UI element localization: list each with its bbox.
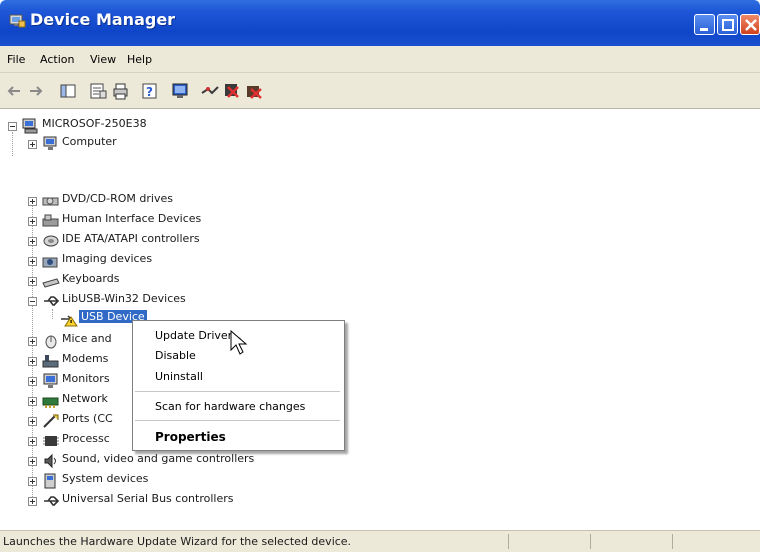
tree-root-label[interactable]: MICROSOF-250E38: [42, 117, 147, 130]
menu-item-scan[interactable]: Scan for hardware changes: [155, 400, 305, 413]
print-icon[interactable]: [110, 81, 130, 101]
menu-file[interactable]: File: [7, 53, 25, 66]
keyboard-icon: [42, 278, 60, 288]
expand-keyboards[interactable]: [28, 277, 37, 286]
status-pane-divider: [508, 534, 509, 549]
port-icon: [43, 414, 59, 428]
expand-mice[interactable]: [28, 337, 37, 346]
menu-separator: [135, 391, 340, 392]
expand-processors[interactable]: [28, 437, 37, 446]
tree-item-system[interactable]: System devices: [62, 472, 148, 485]
modem-icon: [42, 355, 59, 368]
mouse-icon: [45, 335, 57, 349]
dvd-drive-icon: [42, 197, 59, 206]
status-pane-divider: [590, 534, 591, 549]
tree-item-keyboards[interactable]: Keyboards: [62, 272, 119, 285]
computer-root-icon: [22, 118, 38, 134]
monitor-icon: [43, 373, 58, 388]
tree-item-processors[interactable]: Processc: [62, 432, 110, 445]
menu-separator: [135, 420, 340, 421]
tree-item-hid[interactable]: Human Interface Devices: [62, 212, 201, 225]
tree-item-ports[interactable]: Ports (CC: [62, 412, 113, 425]
usb-device-warning-icon: [61, 315, 78, 327]
properties-sheet-icon[interactable]: [88, 81, 108, 101]
status-text: Launches the Hardware Update Wizard for …: [3, 535, 352, 548]
expand-ports[interactable]: [28, 417, 37, 426]
minimize-button[interactable]: [694, 14, 715, 35]
menu-item-properties[interactable]: Properties: [155, 430, 226, 444]
mouse-cursor-icon: [230, 330, 248, 355]
maximize-icon: [722, 19, 734, 31]
tree-item-mice[interactable]: Mice and: [62, 332, 112, 345]
tree-item-ide[interactable]: IDE ATA/ATAPI controllers: [62, 232, 200, 245]
device-tree: MICROSOF-250E38 Computer DVD/CD-ROM driv…: [0, 109, 760, 530]
expand-dvd[interactable]: [28, 197, 37, 206]
menu-item-update-driver[interactable]: Update Driver...: [155, 329, 242, 342]
root-collapse-toggle[interactable]: [8, 122, 17, 131]
menu-item-uninstall[interactable]: Uninstall: [155, 370, 203, 383]
tree-item-computer[interactable]: Computer: [62, 135, 117, 148]
minimize-icon: [700, 28, 708, 31]
scan-hardware-icon[interactable]: [170, 81, 190, 101]
imaging-device-icon: [42, 257, 58, 268]
close-button[interactable]: [740, 14, 760, 35]
expand-computer[interactable]: [28, 140, 37, 149]
menu-view[interactable]: View: [90, 53, 116, 66]
close-icon: [745, 19, 757, 31]
tree-connector: [52, 309, 53, 319]
update-driver-icon[interactable]: [200, 81, 220, 101]
status-bar: Launches the Hardware Update Wizard for …: [0, 530, 760, 552]
maximize-button[interactable]: [717, 14, 738, 35]
expand-network[interactable]: [28, 397, 37, 406]
back-arrow-icon[interactable]: [4, 81, 24, 101]
tree-item-dvd[interactable]: DVD/CD-ROM drives: [62, 192, 173, 205]
expand-ide[interactable]: [28, 237, 37, 246]
uninstall-device-icon[interactable]: [244, 81, 264, 101]
expand-usb-controllers[interactable]: [28, 497, 37, 506]
menu-help[interactable]: Help: [127, 53, 152, 66]
tree-item-libusb[interactable]: LibUSB-Win32 Devices: [62, 292, 186, 305]
svg-text:?: ?: [146, 85, 153, 99]
hid-icon: [42, 214, 59, 227]
usb-icon: [44, 296, 60, 306]
toolbar: ?: [0, 73, 760, 109]
help-icon[interactable]: ?: [140, 81, 160, 101]
ide-controller-icon: [43, 235, 59, 247]
tree-item-network[interactable]: Network: [62, 392, 108, 405]
processor-icon: [43, 436, 59, 446]
usb-controller-icon: [44, 496, 60, 506]
tree-item-usb-controllers[interactable]: Universal Serial Bus controllers: [62, 492, 233, 505]
expand-hid[interactable]: [28, 217, 37, 226]
menu-action[interactable]: Action: [40, 53, 74, 66]
computer-icon: [43, 136, 57, 150]
show-hide-console-tree-icon[interactable]: [58, 81, 78, 101]
forward-arrow-icon[interactable]: [26, 81, 46, 101]
disable-device-icon[interactable]: [222, 81, 242, 101]
device-manager-icon: [9, 14, 26, 28]
expand-monitors[interactable]: [28, 377, 37, 386]
tree-item-imaging[interactable]: Imaging devices: [62, 252, 152, 265]
network-adapter-icon: [42, 397, 59, 408]
window-title: Device Manager: [30, 10, 176, 29]
expand-system[interactable]: [28, 477, 37, 486]
title-bar: Device Manager: [0, 0, 760, 46]
tree-item-monitors[interactable]: Monitors: [62, 372, 110, 385]
menu-bar: File Action View Help: [0, 46, 760, 73]
tree-item-sound[interactable]: Sound, video and game controllers: [62, 452, 254, 465]
menu-item-disable[interactable]: Disable: [155, 349, 196, 362]
expand-modems[interactable]: [28, 357, 37, 366]
tree-item-modems[interactable]: Modems: [62, 352, 108, 365]
system-device-icon: [44, 473, 56, 489]
status-pane-divider: [672, 534, 673, 549]
tree-connector: [12, 132, 13, 156]
expand-sound[interactable]: [28, 457, 37, 466]
sound-icon: [44, 453, 56, 469]
expand-imaging[interactable]: [28, 257, 37, 266]
collapse-libusb[interactable]: [28, 297, 37, 306]
